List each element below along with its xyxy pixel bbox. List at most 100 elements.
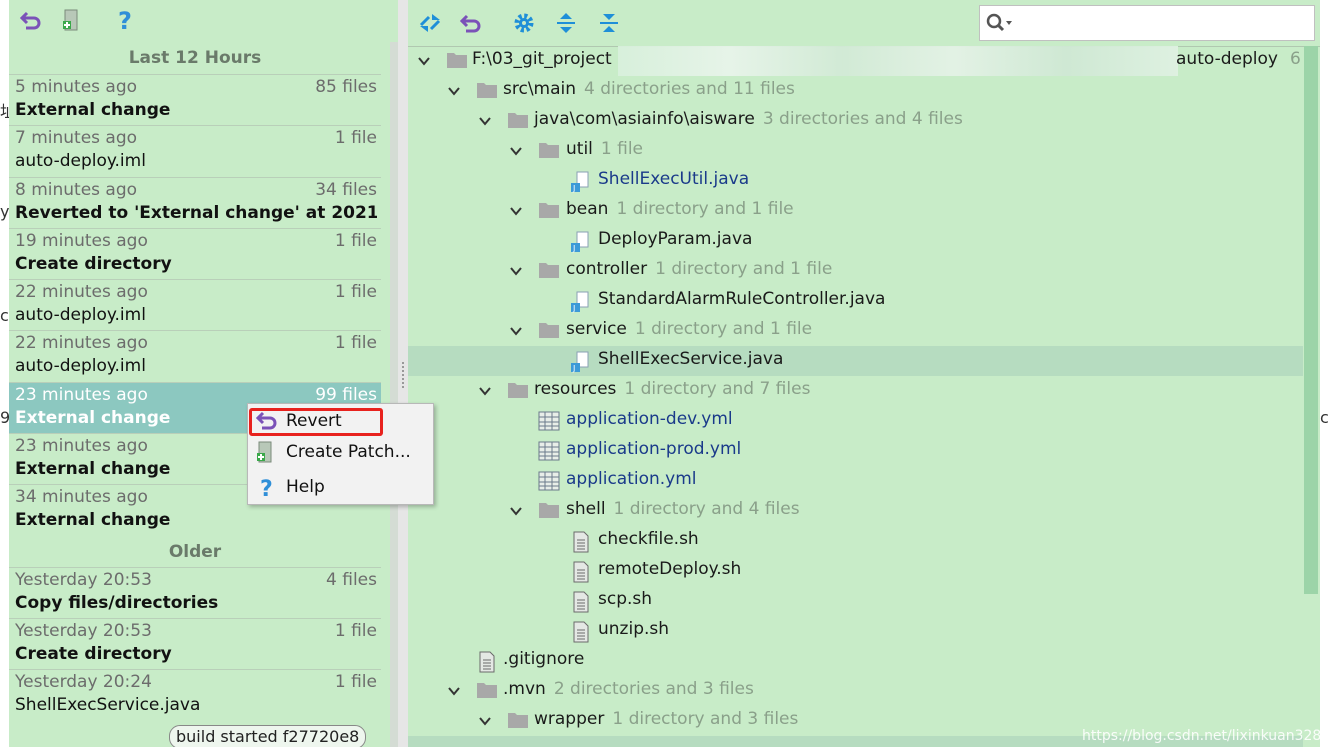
chevron-down-icon[interactable]	[477, 383, 493, 403]
tree-scrollbar-thumb[interactable]	[1304, 46, 1318, 594]
revision-time: 34 minutes ago	[15, 487, 148, 507]
chevron-down-icon[interactable]	[508, 143, 524, 163]
revert-icon	[255, 410, 278, 434]
tree-node-label: ShellExecUtil.java	[598, 169, 750, 189]
tree-node-folder[interactable]: bean 1 directory and 1 file	[408, 196, 1303, 226]
tree-node-file[interactable]: J StandardAlarmRuleController.java	[408, 286, 1303, 316]
tree-node-file[interactable]: .gitignore	[408, 646, 1303, 676]
collapse-all-icon[interactable]	[597, 11, 621, 35]
tree-node-label: java\com\asiainfo\aisware	[534, 109, 755, 129]
diff-arrows-icon[interactable]	[418, 11, 442, 35]
search-input[interactable]	[1020, 10, 1310, 38]
revision-file-count: 1 file	[334, 621, 377, 641]
tree-node-file-selected[interactable]: J ShellExecService.java	[408, 346, 1303, 376]
redacted-path	[618, 46, 1178, 76]
splitter-grip[interactable]	[402, 362, 406, 388]
svg-text:J: J	[572, 244, 575, 253]
tree-node-file[interactable]: unzip.sh	[408, 616, 1303, 646]
tree-node-folder[interactable]: controller 1 directory and 1 file	[408, 256, 1303, 286]
tree-node-label: src\main	[503, 79, 577, 99]
settings-gear-icon[interactable]	[512, 11, 536, 35]
history-scrollbar[interactable]	[390, 42, 398, 747]
revision-time: 22 minutes ago	[15, 333, 148, 353]
text-file-icon	[572, 621, 590, 647]
revision-file-count: 1 file	[334, 128, 377, 148]
tree-node-label: DeployParam.java	[598, 229, 753, 249]
tree-node-file[interactable]: scp.sh	[408, 586, 1303, 616]
chevron-down-icon[interactable]	[508, 503, 524, 523]
search-icon[interactable]	[986, 13, 1014, 37]
folder-icon	[538, 141, 560, 163]
chevron-down-icon[interactable]	[477, 113, 493, 133]
menu-item-revert[interactable]: Revert	[248, 406, 433, 436]
tree-node-file[interactable]: checkfile.sh	[408, 526, 1303, 556]
revision-item[interactable]: Yesterday 20:24 1 file ShellExecService.…	[9, 669, 381, 720]
tree-node-label: service	[566, 319, 627, 339]
svg-text:?: ?	[118, 8, 132, 32]
tree-node-label: bean	[566, 199, 609, 219]
folder-icon	[538, 501, 560, 523]
revert-icon[interactable]	[459, 11, 483, 35]
tree-node-folder[interactable]: java\com\asiainfo\aisware 3 directories a…	[408, 106, 1303, 136]
tree-node-file[interactable]: J ShellExecUtil.java	[408, 166, 1303, 196]
menu-item-label: Help	[286, 477, 325, 497]
tree-node-folder[interactable]: src\main 4 directories and 11 files	[408, 76, 1303, 106]
chevron-down-icon[interactable]	[508, 263, 524, 283]
chevron-down-icon[interactable]	[446, 83, 462, 103]
tree-node-file[interactable]: application-prod.yml	[408, 436, 1303, 466]
folder-icon	[476, 681, 498, 703]
chevron-down-icon[interactable]	[508, 323, 524, 343]
folder-icon	[446, 51, 468, 73]
revision-item[interactable]: 19 minutes ago 1 file Create directory	[9, 228, 381, 279]
text-file-icon	[572, 531, 590, 557]
tree-toolbar	[408, 0, 1320, 47]
menu-item-help[interactable]: ? Help	[248, 472, 433, 502]
tree-node-label: F:\03_git_project	[472, 49, 612, 69]
tree-node-folder[interactable]: resources 1 directory and 7 files	[408, 376, 1303, 406]
context-menu: Revert Create Patch... ? Help	[247, 403, 434, 505]
tree-scrollbar-track[interactable]	[1304, 594, 1318, 747]
create-patch-icon	[256, 441, 274, 467]
revision-item[interactable]: 22 minutes ago 1 file auto-deploy.iml	[9, 279, 381, 330]
tree-node-meta: 3 directories and 4 files	[762, 109, 963, 129]
tree-node-meta: 1 directory and 1 file	[616, 199, 794, 219]
tree-node-label: controller	[566, 259, 648, 279]
tree-node-file[interactable]: application.yml	[408, 466, 1303, 496]
svg-text:?: ?	[260, 477, 273, 500]
chevron-down-icon[interactable]	[508, 203, 524, 223]
revision-item[interactable]: Yesterday 20:53 4 files Copy files/direc…	[9, 567, 381, 618]
search-box[interactable]	[979, 5, 1315, 41]
revision-item[interactable]: 7 minutes ago 1 file auto-deploy.iml	[9, 125, 381, 176]
java-file-icon: J	[570, 171, 592, 197]
help-icon[interactable]: ?	[113, 8, 137, 32]
tree-node-folder[interactable]: shell 1 directory and 4 files	[408, 496, 1303, 526]
revision-item[interactable]: 5 minutes ago 85 files External change	[9, 74, 381, 125]
chevron-down-icon[interactable]	[416, 53, 432, 73]
revision-time: Yesterday 20:53	[15, 621, 152, 641]
folder-icon	[476, 81, 498, 103]
create-patch-icon[interactable]	[59, 8, 83, 32]
tree-node-label: checkfile.sh	[598, 529, 699, 549]
tree-node-folder[interactable]: util 1 file	[408, 136, 1303, 166]
tree-node-file[interactable]: J DeployParam.java	[408, 226, 1303, 256]
svg-text:J: J	[572, 184, 575, 193]
tree-node-file[interactable]: remoteDeploy.sh	[408, 556, 1303, 586]
revision-item[interactable]: Yesterday 20:53 1 file Create directory	[9, 618, 381, 669]
tree-node-folder[interactable]: .mvn 2 directories and 3 files	[408, 676, 1303, 706]
revision-file-count: 1 file	[334, 282, 377, 302]
revision-time: 7 minutes ago	[15, 128, 138, 148]
revision-time: Yesterday 20:24	[15, 672, 152, 692]
revision-title: Create directory	[15, 644, 172, 664]
expand-all-icon[interactable]	[554, 11, 578, 35]
revert-icon[interactable]	[19, 8, 43, 32]
revision-file-count: 1 file	[334, 231, 377, 251]
tree-node-file[interactable]: application-dev.yml	[408, 406, 1303, 436]
chevron-down-icon[interactable]	[477, 713, 493, 733]
revision-item[interactable]: 22 minutes ago 1 file auto-deploy.iml	[9, 330, 381, 381]
tree-node-label: remoteDeploy.sh	[598, 559, 742, 579]
revision-item[interactable]: 8 minutes ago 34 files Reverted to 'Exte…	[9, 177, 381, 228]
tree-node-folder[interactable]: service 1 directory and 1 file	[408, 316, 1303, 346]
chevron-down-icon[interactable]	[446, 683, 462, 703]
tree-node-label: util	[566, 139, 593, 159]
menu-item-create-patch[interactable]: Create Patch...	[248, 437, 433, 467]
